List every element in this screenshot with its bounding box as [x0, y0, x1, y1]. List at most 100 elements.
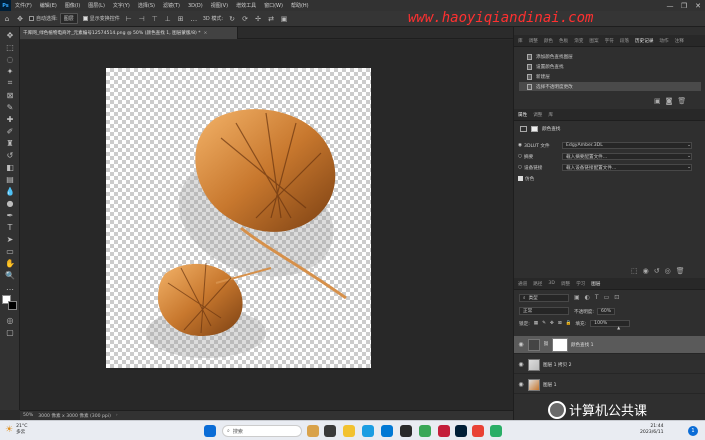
menu-file[interactable]: 文件(F) [11, 2, 36, 9]
crop-tool-icon[interactable]: ⌗ [4, 78, 16, 88]
path-selection-tool-icon[interactable]: ➤ [4, 234, 16, 244]
align-top-icon[interactable]: ⊥ [164, 15, 172, 23]
store-icon[interactable] [381, 425, 393, 437]
lock-paint-icon[interactable]: ✎ [542, 321, 546, 326]
close-button[interactable]: ✕ [691, 2, 705, 10]
tab-layer-adjustments[interactable]: 调整 [561, 281, 570, 287]
healing-brush-tool-icon[interactable]: ✚ [4, 114, 16, 124]
mask-thumb[interactable] [551, 337, 568, 352]
tab-properties[interactable]: 属性 [518, 112, 527, 118]
devicelink-dropdown[interactable]: 载入设备链接配置文件... ⌄ [562, 164, 692, 171]
close-tab-icon[interactable]: × [204, 31, 208, 36]
background-color-swatch[interactable] [8, 301, 17, 310]
tab-paths[interactable]: 路径 [533, 281, 542, 287]
show-transform-checkbox[interactable] [82, 16, 88, 21]
menu-edit[interactable]: 编辑(E) [36, 2, 61, 9]
eyedropper-tool-icon[interactable]: ✎ [4, 102, 16, 112]
history-item[interactable]: 添加颜色查找图层 [519, 52, 701, 61]
clock[interactable]: 21:44 2023/6/11 [640, 424, 664, 436]
clone-stamp-tool-icon[interactable]: ♜ [4, 138, 16, 148]
zoom-tool-icon[interactable]: 🔍 [4, 270, 16, 280]
history-item[interactable]: 新建层 [519, 72, 701, 81]
auto-select-option[interactable]: 自动选择: 图层 [29, 13, 78, 24]
fill-slider[interactable]: 100% ▲ [590, 320, 631, 330]
blur-tool-icon[interactable]: 💧 [4, 186, 16, 196]
clip-to-layer-icon[interactable]: ⬚ [631, 267, 638, 275]
filter-shape-icon[interactable]: ▭ [604, 294, 610, 301]
auto-select-checkbox[interactable] [29, 16, 34, 21]
menu-layer[interactable]: 图层(L) [84, 2, 109, 9]
tab-actions[interactable]: 动作 [659, 38, 668, 44]
minimize-button[interactable]: — [663, 2, 677, 10]
tab-prop-adjustments[interactable]: 调整 [533, 112, 542, 118]
document-canvas[interactable] [106, 68, 371, 368]
status-arrow-icon[interactable]: › [116, 413, 118, 418]
edge-icon[interactable] [362, 425, 374, 437]
reset-icon[interactable]: ↺ [654, 267, 660, 275]
windows-start-icon[interactable] [204, 425, 216, 437]
opacity-input[interactable]: 60% [596, 308, 616, 315]
blend-mode-dropdown[interactable]: 正常 [519, 307, 569, 315]
canvas-workspace[interactable] [20, 40, 513, 410]
marquee-tool-icon[interactable]: ⬚ [4, 42, 16, 52]
photoshop-taskbar-icon[interactable] [455, 425, 467, 437]
type-tool-icon[interactable]: T [4, 222, 16, 232]
show-transform-option[interactable]: 显示变换控件 [82, 15, 120, 22]
dither-checkbox[interactable] [518, 176, 523, 181]
home-icon[interactable]: ⌂ [3, 15, 11, 23]
restore-button[interactable]: ❐ [677, 2, 691, 10]
menu-select[interactable]: 选择(S) [134, 2, 159, 9]
tab-3d[interactable]: 3D [548, 281, 554, 286]
align-center-icon[interactable]: ⊣ [138, 15, 146, 23]
dodge-tool-icon[interactable]: ● [4, 198, 16, 208]
lock-artboard-icon[interactable]: ⊠ [558, 321, 562, 326]
filter-pixel-icon[interactable]: ▣ [574, 294, 580, 301]
widgets-icon[interactable] [307, 425, 319, 437]
abstract-dropdown[interactable]: 载入摘要配置文件... ⌄ [562, 153, 692, 160]
align-middle-icon[interactable]: ⊞ [177, 15, 185, 23]
tab-adjustments[interactable]: 调整 [529, 38, 538, 44]
visibility-icon[interactable]: ◎ [665, 267, 671, 275]
gradient-tool-icon[interactable]: ▤ [4, 174, 16, 184]
eye-icon[interactable]: ◉ [514, 361, 528, 368]
menu-help[interactable]: 帮助(H) [287, 2, 313, 9]
taskbar-search[interactable]: ⌕ 搜索 [222, 425, 302, 437]
filter-smart-icon[interactable]: ⊡ [614, 294, 619, 301]
layer-name[interactable]: 颜色查找 1 [571, 342, 594, 348]
filter-type-icon[interactable]: T [595, 294, 599, 301]
document-tab[interactable]: 千库网_绿色植物电商叶_元素编号12574514.png @ 50% (颜色查找… [20, 27, 238, 39]
filter-adjustment-icon[interactable]: ◐ [585, 294, 590, 301]
notification-badge[interactable]: 1 [688, 426, 698, 436]
lock-pixels-icon[interactable]: ▦ [534, 321, 538, 326]
delete-state-icon[interactable]: 🗑 [677, 97, 686, 105]
3dlut-radio-icon[interactable]: ◉ [518, 143, 522, 148]
history-item-selected[interactable]: 选择不透明度更改 [519, 82, 701, 91]
new-document-from-state-icon[interactable]: ▣ [654, 97, 661, 105]
screen-mode-icon[interactable]: ▢ [4, 327, 16, 337]
task-view-icon[interactable] [324, 425, 336, 437]
lock-all-icon[interactable]: 🔒 [566, 321, 572, 326]
delete-adjustment-icon[interactable]: 🗑 [676, 267, 685, 275]
rectangle-tool-icon[interactable]: ▭ [4, 246, 16, 256]
layer-filter-dropdown[interactable]: ⌕ 类型 [519, 294, 569, 302]
slider-handle-icon[interactable]: ▲ [617, 325, 620, 330]
align-right-icon[interactable]: ⊤ [151, 15, 159, 23]
layer-name[interactable]: 图层 1 [543, 382, 557, 388]
history-item[interactable]: 设置颜色查找 [519, 62, 701, 71]
app-icon[interactable] [419, 425, 431, 437]
layer-row[interactable]: ◉ 图层 1 [514, 376, 705, 394]
tab-library[interactable]: 库 [518, 38, 523, 44]
eraser-tool-icon[interactable]: ◧ [4, 162, 16, 172]
dell-icon[interactable] [400, 425, 412, 437]
more-tools-icon[interactable]: … [4, 282, 16, 292]
hand-tool-icon[interactable]: ✋ [4, 258, 16, 268]
tab-character[interactable]: 字符 [605, 38, 614, 44]
layer-row[interactable]: ◉ 图层 1 拷贝 2 [514, 356, 705, 374]
layer-row[interactable]: ◉ ⛓ 颜色查找 1 [514, 336, 705, 354]
3dlut-file-dropdown[interactable]: EdgyAmber.3DL ⌄ [562, 142, 692, 149]
tab-channels[interactable]: 通道 [518, 281, 527, 287]
brush-tool-icon[interactable]: ✐ [4, 126, 16, 136]
history-brush-tool-icon[interactable]: ↺ [4, 150, 16, 160]
3d-pan-icon[interactable]: ✢ [254, 15, 262, 23]
align-left-icon[interactable]: ⊢ [125, 15, 133, 23]
